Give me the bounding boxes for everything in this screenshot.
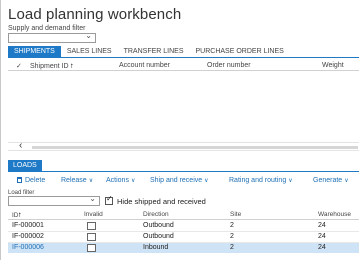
scroll-left-icon[interactable]: ‹ [19, 140, 22, 151]
direction-cell: Outbound [143, 233, 174, 240]
horizontal-scrollbar[interactable]: ‹ [8, 140, 359, 151]
invalid-checkbox[interactable] [87, 222, 96, 230]
supply-filter-label: Supply and demand filter [8, 25, 86, 32]
tab-purchase-order-lines[interactable]: PURCHASE ORDER LINES [190, 46, 290, 57]
hide-shipped-label: Hide shipped and received [117, 197, 206, 206]
tabs-divider [8, 57, 359, 58]
column-site[interactable]: Site [230, 211, 241, 218]
scrollbar-thumb[interactable] [32, 146, 358, 149]
chevron-down-icon: ∨ [130, 178, 136, 184]
ship-receive-menu[interactable]: Ship and receive ∨ [150, 177, 209, 184]
warehouse-cell: 24 [318, 244, 326, 251]
invalid-checkbox[interactable] [87, 233, 96, 241]
table-row[interactable]: IF-000002 Outbound 2 24 [8, 232, 359, 242]
column-invalid[interactable]: Invalid [84, 211, 103, 218]
checkmark-icon: ✓ [106, 194, 113, 203]
generate-menu[interactable]: Generate ∨ [313, 177, 349, 184]
supply-filter-select[interactable]: ⌄ [8, 31, 96, 43]
loads-divider [8, 171, 359, 172]
direction-cell: Outbound [143, 222, 174, 229]
tab-loads[interactable]: LOADS [8, 160, 42, 171]
column-order-number[interactable]: Order number [207, 62, 251, 69]
shipments-grid-body [8, 71, 359, 141]
column-warehouse[interactable]: Warehouse [318, 211, 351, 218]
site-cell: 2 [230, 233, 234, 240]
page-title: Load planning workbench [8, 6, 182, 23]
direction-cell: Inbound [143, 244, 169, 251]
site-cell: 2 [230, 244, 234, 251]
delete-button[interactable]: Delete [17, 177, 45, 184]
warehouse-cell: 24 [318, 233, 326, 240]
trash-icon [17, 177, 22, 183]
chevron-down-icon: ⌄ [85, 31, 92, 40]
tab-sales-lines[interactable]: SALES LINES [61, 46, 118, 57]
tab-shipments[interactable]: SHIPMENTS [8, 46, 61, 57]
actions-menu[interactable]: Actions ∨ [106, 177, 135, 184]
sort-arrow-icon: 🠕 [70, 64, 74, 70]
chevron-down-icon: ⌄ [89, 194, 96, 203]
site-cell: 2 [230, 222, 234, 229]
release-menu[interactable]: Release ∨ [61, 177, 93, 184]
hide-shipped-checkbox[interactable]: ✓ [105, 194, 113, 205]
select-all-check-icon[interactable]: ✓ [16, 62, 22, 70]
workbench-window: Load planning workbench Supply and deman… [0, 0, 359, 260]
load-id: IF-000006 [12, 244, 44, 251]
load-id: IF-000001 [12, 222, 44, 229]
table-row[interactable]: IF-000001 Outbound 2 24 [8, 221, 359, 231]
column-id[interactable]: ID🠕 [12, 211, 21, 221]
column-direction[interactable]: Direction [143, 211, 169, 218]
warehouse-cell: 24 [318, 222, 326, 229]
supply-tabs: SHIPMENTS SALES LINES TRANSFER LINES PUR… [8, 46, 290, 57]
column-weight[interactable]: Weight [322, 62, 344, 69]
shipments-grid-header: ✓ Shipment ID 🠕 Account number Order num… [8, 60, 359, 71]
load-filter-select[interactable]: ⌄ [8, 194, 100, 206]
invalid-checkbox[interactable] [87, 244, 96, 252]
chevron-down-icon: ∨ [344, 178, 349, 184]
rating-routing-menu[interactable]: Rating and routing ∨ [229, 177, 293, 184]
loads-grid-header: ID🠕 Invalid Direction Site Warehouse [8, 210, 359, 220]
sort-arrow-icon: 🠕 [18, 213, 22, 219]
tab-transfer-lines[interactable]: TRANSFER LINES [118, 46, 190, 57]
chevron-down-icon: ∨ [288, 178, 293, 184]
chevron-down-icon: ∨ [88, 178, 94, 184]
chevron-down-icon: ∨ [204, 178, 209, 184]
column-account-number[interactable]: Account number [119, 62, 170, 69]
table-row-selected[interactable]: IF-000006 Inbound 2 24 [8, 243, 359, 253]
load-id: IF-000002 [12, 233, 44, 240]
